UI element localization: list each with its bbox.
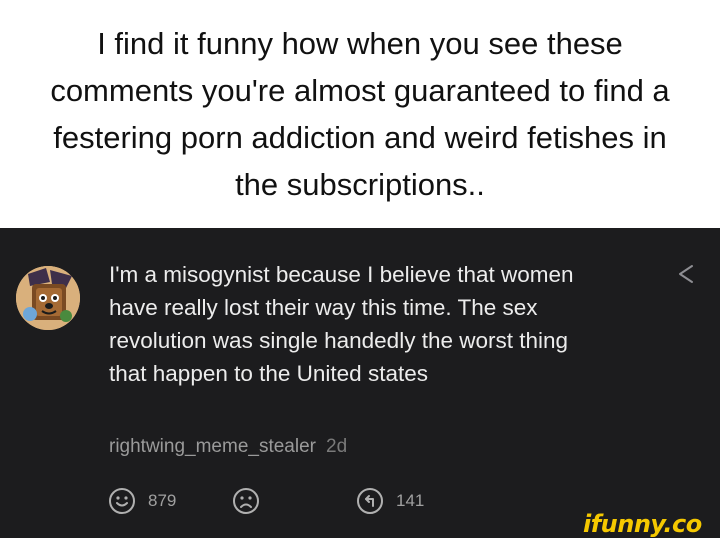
smile-icon	[109, 488, 135, 514]
smile-button[interactable]: 879	[107, 486, 176, 516]
reply-button[interactable]: 141	[355, 486, 424, 516]
comment-meta: rightwing_meme_stealer 2d	[109, 436, 347, 458]
reply-count: 141	[396, 491, 425, 510]
caption-text: I find it funny how when you see these c…	[50, 26, 670, 202]
cartoon-dog-avatar-icon[interactable]	[16, 266, 80, 330]
ifunny-watermark: ifunny.co	[583, 510, 702, 538]
reply-icon	[357, 488, 383, 514]
comment-text: I'm a misogynist because I believe that …	[109, 262, 574, 386]
smile-count: 879	[148, 491, 177, 510]
meme-caption: I find it funny how when you see these c…	[0, 0, 720, 228]
frown-icon	[233, 488, 259, 514]
frown-button[interactable]	[231, 486, 261, 516]
comment-author[interactable]: rightwing_meme_stealer	[109, 436, 316, 457]
comment-card: I'm a misogynist because I believe that …	[0, 228, 720, 538]
comment-time: 2d	[326, 436, 348, 457]
share-icon[interactable]	[672, 260, 700, 288]
